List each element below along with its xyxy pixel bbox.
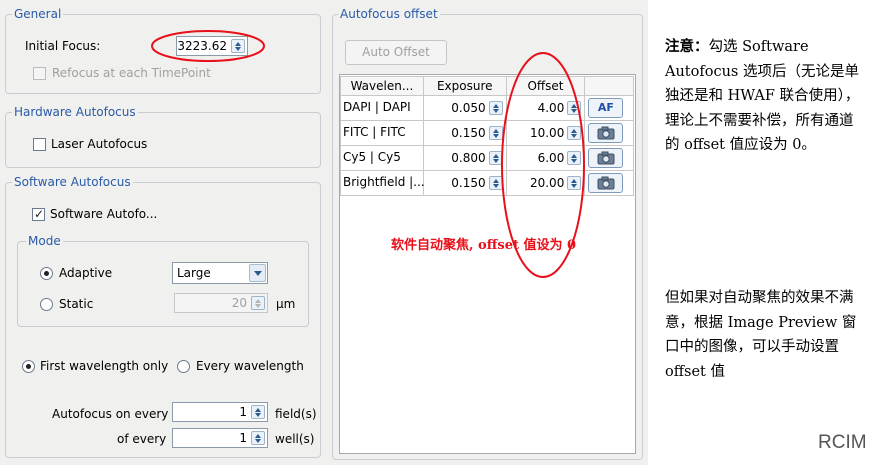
offset-stepper-icon[interactable] — [567, 126, 582, 140]
col-wavelength[interactable]: Wavelen... — [340, 76, 424, 96]
laser-autofocus-label: Laser Autofocus — [51, 137, 148, 151]
offset-annotation: 软件自动聚焦, offset 值设为 0 — [391, 238, 577, 253]
adaptive-radio[interactable] — [40, 267, 53, 280]
camera-icon — [597, 151, 615, 165]
exposure-input[interactable]: 0.050 — [425, 97, 505, 119]
static-label: Static — [59, 297, 94, 311]
table-row: DAPI | DAPI 0.050 4.00 AF — [340, 95, 634, 121]
offset-input[interactable]: 6.00 — [508, 147, 584, 169]
static-radio[interactable] — [40, 298, 53, 311]
checkmark-icon: ✓ — [34, 207, 45, 221]
snap-button[interactable] — [588, 173, 624, 193]
software-autofocus-checkbox[interactable]: ✓ — [32, 207, 45, 221]
of-every-stepper-icon[interactable] — [251, 431, 265, 445]
every-wavelength-label: Every wavelength — [196, 359, 304, 373]
col-action — [584, 76, 634, 96]
exposure-value: 0.800 — [451, 151, 486, 165]
static-value-input[interactable]: 20 — [174, 293, 268, 313]
first-wavelength-label: First wavelength only — [40, 359, 169, 373]
offset-title: Autofocus offset — [338, 7, 440, 21]
of-every-label: of every — [117, 432, 167, 446]
camera-icon — [597, 176, 615, 190]
snap-button[interactable] — [588, 123, 624, 143]
of-every-value: 1 — [239, 431, 247, 445]
channel-name: DAPI | DAPI — [343, 100, 411, 114]
offset-table: Wavelen... Exposure Offset DAPI | DAPI 0… — [340, 76, 634, 196]
mode-title: Mode — [26, 234, 63, 248]
af-every-label: Autofocus on every — [52, 407, 169, 421]
initial-focus-label: Initial Focus: — [25, 39, 101, 53]
note-text-1: 勾选 Software Autofocus 选项后（无论是单独还是和 HWAF … — [665, 39, 860, 153]
af-every-stepper-icon[interactable] — [251, 405, 265, 419]
initial-focus-value: 3223.62 — [177, 39, 227, 53]
brand-label: RCIM — [818, 432, 867, 453]
col-offset[interactable]: Offset — [505, 76, 586, 96]
snap-button[interactable] — [588, 148, 624, 168]
refocus-checkbox[interactable] — [33, 67, 46, 80]
exposure-input[interactable]: 0.150 — [425, 172, 505, 194]
offset-input[interactable]: 4.00 — [508, 97, 584, 119]
static-value: 20 — [231, 296, 247, 310]
general-group — [5, 14, 321, 94]
note-warning-label: 注意： — [665, 38, 709, 55]
table-row: Cy5 | Cy5 0.800 6.00 — [340, 145, 634, 171]
adaptive-label: Adaptive — [59, 266, 113, 280]
note-text-2: 但如果对自动聚焦的效果不满意，根据 Image Preview 窗口中的图像，可… — [665, 290, 857, 380]
offset-input[interactable]: 20.00 — [508, 172, 584, 194]
af-every-input[interactable]: 1 — [172, 402, 268, 422]
channel-name: FITC | FITC — [343, 125, 406, 139]
channel-name: Brightfield |... — [343, 175, 425, 189]
refocus-label: Refocus at each TimePoint — [52, 66, 211, 80]
exposure-input[interactable]: 0.150 — [425, 122, 505, 144]
exposure-value: 0.050 — [451, 101, 486, 115]
offset-stepper-icon[interactable] — [567, 151, 582, 165]
exposure-stepper-icon[interactable] — [488, 176, 503, 190]
general-title: General — [12, 7, 64, 21]
chevron-down-icon[interactable] — [249, 264, 266, 282]
exposure-stepper-icon[interactable] — [488, 151, 503, 165]
offset-stepper-icon[interactable] — [567, 176, 582, 190]
col-exposure[interactable]: Exposure — [422, 76, 507, 96]
initial-focus-stepper-icon[interactable] — [231, 39, 245, 53]
adaptive-size-value: Large — [177, 266, 211, 280]
mode-group — [17, 241, 309, 327]
offset-value: 10.00 — [529, 126, 565, 140]
exposure-value: 0.150 — [451, 176, 486, 190]
offset-input[interactable]: 10.00 — [508, 122, 584, 144]
initial-focus-input[interactable]: 3223.62 — [176, 36, 248, 56]
offset-value: 4.00 — [537, 101, 565, 115]
static-stepper-icon[interactable] — [251, 296, 265, 310]
software-autofocus-label: Software Autofo... — [50, 207, 158, 221]
of-every-input[interactable]: 1 — [172, 428, 268, 448]
exposure-stepper-icon[interactable] — [488, 101, 503, 115]
static-unit: µm — [276, 297, 296, 311]
camera-icon — [597, 126, 615, 140]
table-row: FITC | FITC 0.150 10.00 — [340, 120, 634, 146]
laser-autofocus-checkbox[interactable] — [33, 138, 46, 151]
exposure-stepper-icon[interactable] — [488, 126, 503, 140]
af-button[interactable]: AF — [588, 98, 624, 118]
offset-stepper-icon[interactable] — [567, 101, 582, 115]
af-every-value: 1 — [239, 405, 247, 419]
af-every-unit: field(s) — [275, 407, 317, 421]
first-wavelength-radio[interactable] — [22, 360, 35, 373]
auto-offset-button[interactable]: Auto Offset — [345, 40, 447, 65]
offset-value: 20.00 — [529, 176, 565, 190]
software-title: Software Autofocus — [12, 175, 133, 189]
table-row: Brightfield |... 0.150 20.00 — [340, 170, 634, 196]
af-label: AF — [597, 101, 614, 114]
hardware-title: Hardware Autofocus — [12, 105, 138, 119]
offset-value: 6.00 — [537, 151, 565, 165]
channel-name: Cy5 | Cy5 — [343, 150, 401, 164]
exposure-input[interactable]: 0.800 — [425, 147, 505, 169]
adaptive-size-select[interactable]: Large — [172, 262, 268, 284]
of-every-unit: well(s) — [275, 432, 315, 446]
note-paragraph-2: 但如果对自动聚焦的效果不满意，根据 Image Preview 窗口中的图像，可… — [665, 286, 865, 384]
note-paragraph-1: 注意：勾选 Software Autofocus 选项后（无论是单独还是和 HW… — [665, 35, 865, 158]
every-wavelength-radio[interactable] — [177, 360, 190, 373]
exposure-value: 0.150 — [451, 126, 486, 140]
